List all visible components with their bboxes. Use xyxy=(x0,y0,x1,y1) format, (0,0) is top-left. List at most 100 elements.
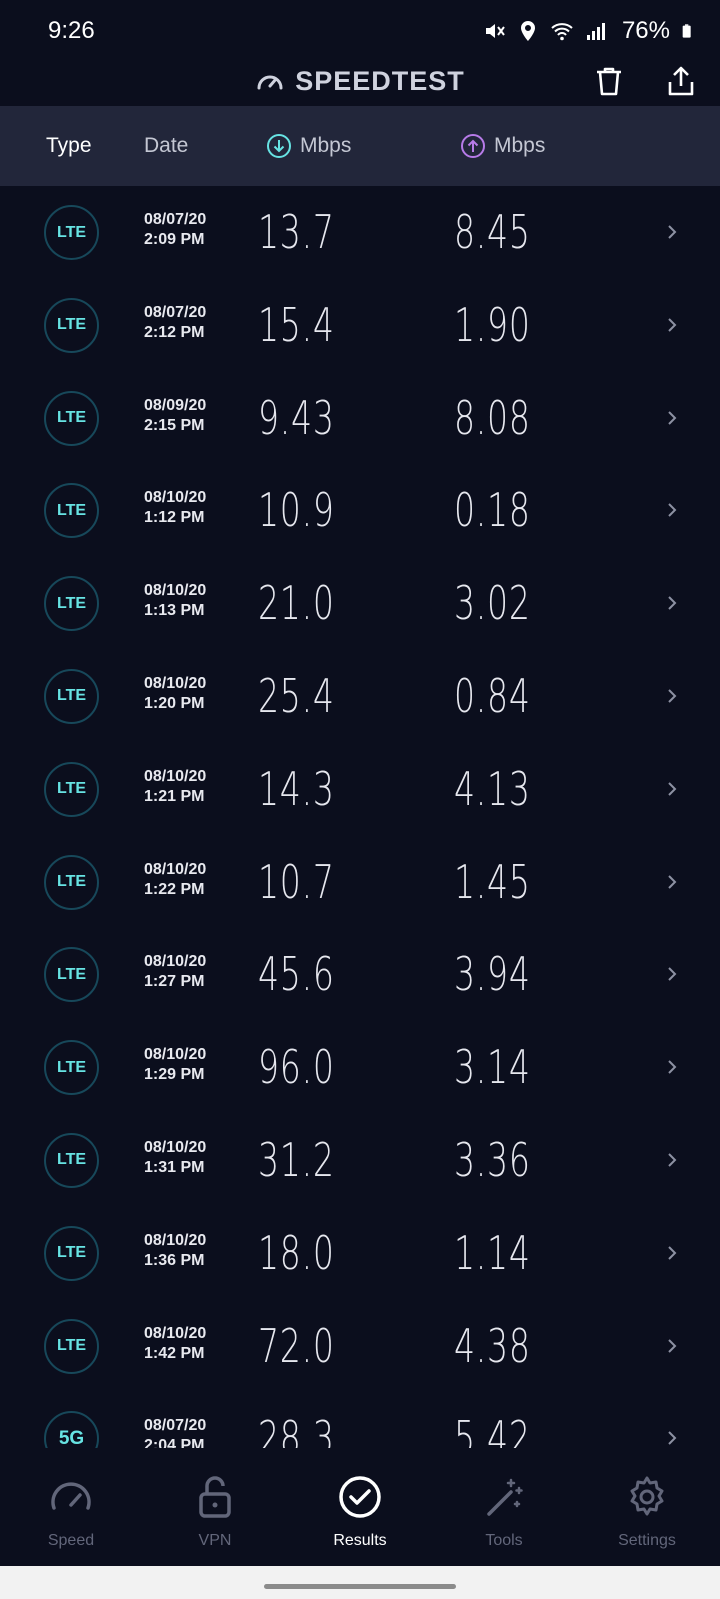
gear-icon xyxy=(630,1476,664,1516)
download-speed: 9.43 xyxy=(258,390,335,445)
download-speed: 10.7 xyxy=(258,854,335,909)
connection-type-badge: LTE xyxy=(44,1318,99,1374)
upload-speed: 4.38 xyxy=(454,1318,531,1373)
result-row[interactable]: LTE 08/10/20 1:21 PM 14.3 4.13 xyxy=(0,743,720,836)
result-datetime: 08/09/20 2:15 PM xyxy=(144,396,206,436)
column-type[interactable]: Type xyxy=(46,106,92,186)
chevron-right-icon xyxy=(668,1060,677,1074)
result-date: 08/10/20 xyxy=(144,1231,207,1249)
download-speed: 10.9 xyxy=(258,483,335,538)
column-header: Type Date Mbps Mbps xyxy=(0,106,720,186)
download-speed: 45.6 xyxy=(258,947,335,1002)
column-download[interactable]: Mbps xyxy=(266,106,351,186)
download-speed: 25.4 xyxy=(258,668,335,723)
status-bar: 9:26 76% xyxy=(0,0,720,62)
column-upload[interactable]: Mbps xyxy=(460,106,545,186)
mute-icon xyxy=(485,24,505,38)
download-speed: 31.2 xyxy=(258,1132,335,1187)
chevron-right-icon xyxy=(668,503,677,518)
nav-tools-label: Tools xyxy=(485,1532,523,1549)
result-time: 1:22 PM xyxy=(144,880,205,898)
share-icon xyxy=(668,66,694,96)
result-date: 08/10/20 xyxy=(144,953,207,971)
connection-type-badge: LTE xyxy=(44,854,99,910)
download-speed: 13.7 xyxy=(258,205,335,259)
result-row[interactable]: LTE 08/10/20 1:31 PM 31.2 3.36 xyxy=(0,1114,720,1207)
result-row[interactable]: LTE 08/10/20 1:20 PM 25.4 0.84 xyxy=(0,650,720,743)
upload-speed: 8.45 xyxy=(454,205,531,259)
nav-speed[interactable]: Speed xyxy=(11,1448,131,1566)
download-icon xyxy=(267,134,291,158)
result-time: 1:36 PM xyxy=(144,1251,205,1269)
result-row[interactable]: LTE 08/10/20 1:42 PM 72.0 4.38 xyxy=(0,1300,720,1393)
speedometer-icon xyxy=(51,1482,91,1510)
nav-results[interactable]: Results xyxy=(300,1448,420,1566)
trash-icon xyxy=(597,67,621,96)
brand: SPEEDTEST xyxy=(255,66,465,97)
result-time: 1:21 PM xyxy=(144,787,205,805)
result-row[interactable]: LTE 08/07/20 2:12 PM 15.4 1.90 xyxy=(0,279,720,372)
connection-type-badge: LTE xyxy=(44,1040,99,1096)
result-datetime: 08/07/20 2:09 PM xyxy=(144,210,206,250)
result-row[interactable]: LTE 08/07/20 2:09 PM 13.7 8.45 xyxy=(0,186,720,279)
result-date: 08/07/20 xyxy=(144,1417,207,1435)
delete-button[interactable] xyxy=(592,64,626,98)
connection-type-badge: LTE xyxy=(44,947,99,1003)
result-row[interactable]: LTE 08/10/20 1:13 PM 21.0 3.02 xyxy=(0,557,720,650)
result-time: 1:27 PM xyxy=(144,973,205,991)
connection-type-badge: LTE xyxy=(44,390,99,446)
download-speed: 14.3 xyxy=(258,761,335,816)
app-title: SPEEDTEST xyxy=(295,65,465,96)
nav-settings-label: Settings xyxy=(618,1532,676,1549)
result-row[interactable]: LTE 08/10/20 1:22 PM 10.7 1.45 xyxy=(0,836,720,929)
nav-vpn-label: VPN xyxy=(198,1532,232,1549)
results-list: LTE 08/07/20 2:09 PM 13.7 8.45 LTE 08/07… xyxy=(0,186,720,1485)
signal-icon xyxy=(586,23,605,40)
result-time: 1:31 PM xyxy=(144,1158,205,1176)
magic-wand-icon xyxy=(487,1478,523,1516)
connection-type-badge: LTE xyxy=(44,668,99,724)
battery-percent: 76% xyxy=(621,17,670,44)
chevron-right-icon xyxy=(668,1153,677,1167)
nav-settings[interactable]: Settings xyxy=(587,1448,707,1566)
check-circle-icon xyxy=(339,1476,381,1518)
download-speed: 18.0 xyxy=(258,1225,335,1280)
nav-vpn[interactable]: VPN xyxy=(155,1448,275,1566)
upload-speed: 0.18 xyxy=(454,483,531,538)
chevron-right-icon xyxy=(668,410,677,425)
upload-icon xyxy=(461,134,485,158)
result-date: 08/10/20 xyxy=(144,767,207,785)
upload-speed: 4.13 xyxy=(454,761,531,816)
result-date: 08/10/20 xyxy=(144,1046,207,1064)
chevron-right-icon xyxy=(668,1246,677,1260)
result-row[interactable]: LTE 08/09/20 2:15 PM 9.43 8.08 xyxy=(0,372,720,465)
location-icon xyxy=(520,21,535,41)
result-row[interactable]: LTE 08/10/20 1:36 PM 18.0 1.14 xyxy=(0,1207,720,1300)
chevron-right-icon xyxy=(668,318,677,332)
column-date[interactable]: Date xyxy=(144,106,188,186)
result-datetime: 08/10/20 1:22 PM xyxy=(144,860,206,900)
result-datetime: 08/07/20 2:12 PM xyxy=(144,303,206,343)
download-speed: 72.0 xyxy=(258,1318,335,1373)
result-time: 2:09 PM xyxy=(144,231,205,248)
chevron-right-icon xyxy=(668,874,677,889)
result-time: 1:13 PM xyxy=(144,602,205,620)
upload-speed: 3.14 xyxy=(454,1040,531,1095)
result-datetime: 08/10/20 1:12 PM xyxy=(144,488,206,528)
result-time: 1:12 PM xyxy=(144,509,205,527)
upload-speed: 3.94 xyxy=(454,947,531,1002)
result-time: 2:15 PM xyxy=(144,416,205,434)
share-button[interactable] xyxy=(664,64,698,98)
speedometer-logo-icon xyxy=(257,75,283,90)
connection-type-badge: LTE xyxy=(44,297,99,353)
result-row[interactable]: LTE 08/10/20 1:29 PM 96.0 3.14 xyxy=(0,1021,720,1114)
nav-tools[interactable]: Tools xyxy=(444,1448,564,1566)
result-row[interactable]: LTE 08/10/20 1:12 PM 10.9 0.18 xyxy=(0,464,720,557)
home-indicator[interactable] xyxy=(264,1584,456,1589)
connection-type-badge: LTE xyxy=(44,483,99,539)
result-row[interactable]: LTE 08/10/20 1:27 PM 45.6 3.94 xyxy=(0,928,720,1021)
result-datetime: 08/10/20 1:42 PM xyxy=(144,1324,206,1364)
result-time: 1:42 PM xyxy=(144,1344,205,1362)
result-date: 08/10/20 xyxy=(144,1324,207,1342)
chevron-right-icon xyxy=(668,782,677,796)
